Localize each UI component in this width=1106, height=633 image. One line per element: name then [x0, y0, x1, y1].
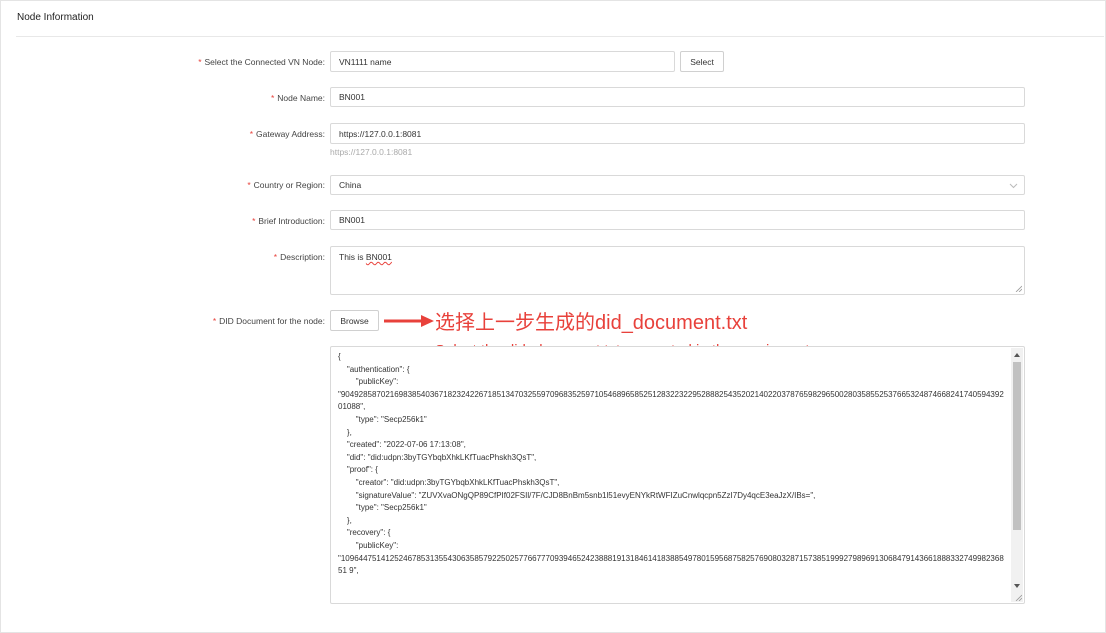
required-mark: *	[212, 316, 217, 326]
required-mark: *	[198, 57, 202, 67]
section-title: Node Information	[17, 12, 94, 23]
brief-input[interactable]: BN001	[330, 210, 1025, 230]
brief-value: BN001	[339, 215, 365, 225]
gateway-label: * Gateway Address:	[249, 129, 325, 139]
country-select[interactable]: China	[330, 175, 1025, 195]
browse-button[interactable]: Browse	[330, 310, 379, 331]
node-name-label: * Node Name:	[270, 93, 325, 103]
scroll-up-icon[interactable]	[1013, 351, 1021, 359]
json-line: "proof": {	[338, 465, 378, 475]
required-mark: *	[252, 216, 256, 226]
did-document-textarea[interactable]: { "authentication": { "publicKey": "90492…	[330, 346, 1025, 604]
json-line: "recovery": {	[338, 528, 391, 538]
required-mark: *	[273, 252, 278, 262]
json-line: "creator": "did:udpn:3byTGYbqbXhkLKfTuac…	[338, 477, 560, 487]
json-line: "created": "2022-07-06 17:13:08",	[338, 440, 466, 450]
description-label: * Description:	[273, 252, 325, 262]
node-name-value: BN001	[339, 92, 365, 102]
arrow-right-icon	[384, 315, 434, 327]
vn-node-label: * Select the Connected VN Node:	[198, 57, 325, 67]
json-line: "904928587021698385403671823242267185134…	[338, 389, 1004, 412]
required-mark: *	[247, 180, 251, 190]
resize-handle-icon[interactable]	[1015, 594, 1022, 601]
country-label: * Country or Region:	[247, 180, 325, 190]
country-value: China	[339, 180, 362, 190]
json-line: },	[338, 515, 352, 525]
json-line: "did": "did:udpn:3byTGYbqbXhkLKfTuacPhsk…	[338, 452, 537, 462]
json-line: "publicKey":	[338, 540, 399, 550]
gateway-value: https://127.0.0.1:8081	[339, 128, 422, 139]
did-json-content: { "authentication": { "publicKey": "90492…	[338, 351, 1008, 578]
vertical-scrollbar[interactable]	[1011, 348, 1023, 602]
resize-handle-icon[interactable]	[1015, 285, 1022, 292]
did-label: * DID Document for the node:	[212, 316, 325, 326]
json-line: },	[338, 427, 352, 437]
annotation-chinese: 选择上一步生成的did_document.txt	[435, 312, 748, 334]
required-mark: *	[249, 129, 254, 139]
select-button[interactable]: Select	[680, 51, 724, 72]
json-line: "type": "Secp256k1"	[338, 414, 427, 424]
description-textarea[interactable]: This is BN001	[330, 246, 1025, 295]
vn-node-value: VN1111 name	[339, 56, 392, 67]
brief-label: * Brief Introduction:	[252, 216, 325, 226]
gateway-hint: https://127.0.0.1:8081	[330, 147, 413, 157]
chevron-down-icon	[1009, 183, 1018, 189]
json-line: "publicKey":	[338, 377, 399, 387]
gateway-input[interactable]: https://127.0.0.1:8081	[330, 123, 1025, 144]
json-line: "signatureValue": "ZUVXvaONgQP89CfPIf02F…	[338, 490, 816, 500]
json-line: "109644751412524678531355430635857922502…	[338, 553, 1004, 576]
scroll-down-icon[interactable]	[1013, 582, 1021, 590]
scroll-thumb[interactable]	[1013, 362, 1021, 530]
card-header	[16, 0, 1104, 37]
node-name-input[interactable]: BN001	[330, 87, 1025, 107]
description-value: This is BN001	[339, 252, 392, 262]
json-line: "type": "Secp256k1"	[338, 503, 427, 513]
required-mark: *	[270, 93, 275, 103]
vn-node-input[interactable]: VN1111 name	[330, 51, 675, 72]
json-line: {	[338, 352, 341, 361]
json-line: "authentication": {	[338, 364, 410, 374]
